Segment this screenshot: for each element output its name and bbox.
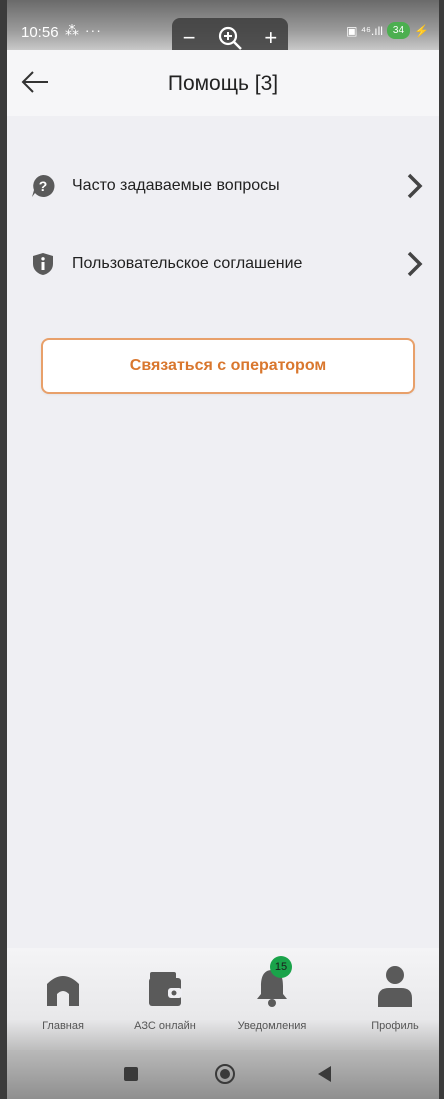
svg-text:?: ?: [39, 178, 48, 194]
zoom-in-button[interactable]: +: [264, 25, 277, 51]
system-navigation-bar: [7, 1050, 439, 1099]
nav-label: Профиль: [371, 1020, 419, 1032]
home-icon: [47, 976, 79, 1006]
battery-icon: 34: [386, 22, 411, 39]
home-circle-icon[interactable]: [214, 1064, 236, 1086]
notification-badge: 15: [270, 956, 292, 978]
status-time: 10:56: [21, 24, 59, 41]
nav-label: Уведомления: [237, 1020, 307, 1032]
contact-operator-button[interactable]: Связаться с оператором: [41, 338, 415, 394]
menu-item-label: Часто задаваемые вопросы: [72, 177, 280, 194]
status-notification-icons: ⁂ ···: [65, 22, 102, 38]
signal-icons: ▣ ⁴⁶.ıll: [346, 23, 383, 38]
nav-item-profile[interactable]: Профиль: [350, 960, 439, 1040]
bottom-navigation: Главная АЗС онлайн 15 Уведомления Профил…: [7, 948, 439, 1050]
question-circle-icon: ?: [32, 174, 55, 197]
app-screen: 10:56 ⁂ ··· ▣ ⁴⁶.ıll 34 ⚡ − + Помощь [3]: [7, 0, 439, 1099]
charging-icon: ⚡: [414, 23, 429, 38]
wallet-icon: [149, 972, 182, 1006]
nav-item-home[interactable]: Главная: [18, 960, 108, 1040]
page-title: Помощь [3]: [167, 72, 279, 95]
device-right-edge: [439, 0, 444, 1099]
menu-item-user-agreement[interactable]: Пользовательское соглашение: [7, 234, 439, 294]
app-header: Помощь [3]: [7, 50, 439, 116]
chevron-right-icon: [407, 251, 423, 277]
menu-item-label: Пользовательское соглашение: [72, 255, 303, 272]
nav-item-azs-online[interactable]: АЗС онлайн: [120, 960, 210, 1040]
nav-item-notifications[interactable]: 15 Уведомления: [227, 956, 317, 1040]
menu-item-faq[interactable]: ? Часто задаваемые вопросы: [7, 156, 439, 216]
nav-label: АЗС онлайн: [134, 1020, 196, 1032]
device-left-edge: [0, 0, 7, 1099]
recent-apps-icon[interactable]: [121, 1064, 141, 1084]
chevron-right-icon: [407, 173, 423, 199]
zoom-out-button[interactable]: −: [183, 25, 196, 51]
zoom-in-icon[interactable]: [217, 25, 243, 51]
shield-info-icon: [33, 253, 53, 275]
nav-label: Главная: [42, 1020, 84, 1032]
back-triangle-icon[interactable]: [315, 1064, 333, 1084]
status-system-icons: ▣ ⁴⁶.ıll 34 ⚡: [346, 22, 429, 39]
user-icon: [378, 966, 412, 1007]
